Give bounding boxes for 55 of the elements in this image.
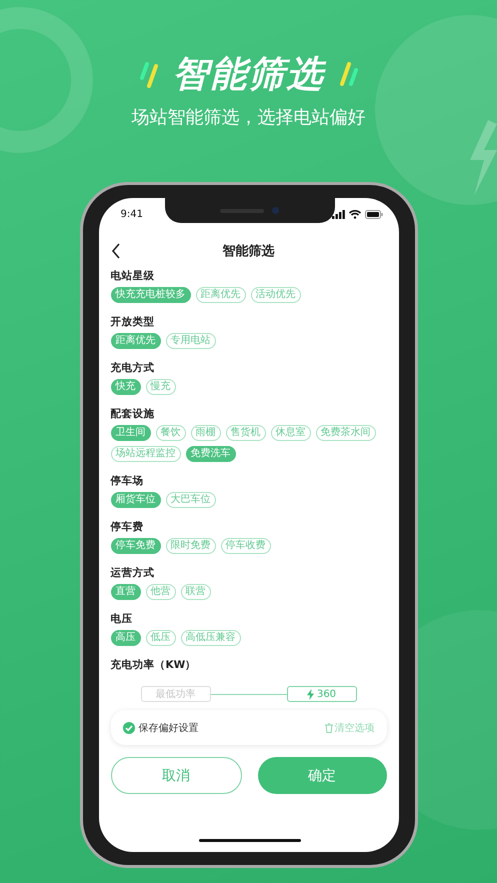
save-preference-label: 保存偏好设置 <box>138 722 198 734</box>
back-icon[interactable] <box>110 243 120 259</box>
stripe-icon <box>338 62 358 88</box>
stripe-icon <box>138 62 158 88</box>
filter-chip[interactable]: 场站远程监控 <box>110 446 180 462</box>
max-power-value: 360 <box>316 688 336 700</box>
section-title: 充电功率（KW） <box>110 658 198 672</box>
filter-chip[interactable]: 距离优先 <box>110 333 160 349</box>
filter-chip[interactable]: 休息室 <box>270 425 310 441</box>
filter-chip[interactable]: 联营 <box>180 584 210 600</box>
filter-chip[interactable]: 雨棚 <box>190 425 220 441</box>
filter-chip[interactable]: 低压 <box>146 630 176 646</box>
confirm-button[interactable]: 确定 <box>258 757 386 794</box>
section-title: 电压 <box>110 612 134 626</box>
filter-chip[interactable]: 大巴车位 <box>166 492 216 508</box>
page-title: 智能筛选 <box>222 243 274 260</box>
lightning-icon <box>306 688 314 700</box>
cancel-button[interactable]: 取消 <box>110 757 242 794</box>
filter-chip[interactable]: 餐饮 <box>156 425 186 441</box>
filter-chip[interactable]: 卫生间 <box>110 425 150 441</box>
filter-chip[interactable]: 免费茶水间 <box>316 425 376 441</box>
filter-chip[interactable]: 停车收费 <box>220 538 270 554</box>
status-time: 9:41 <box>120 208 143 220</box>
section-title: 充电方式 <box>110 361 156 375</box>
clear-options-link[interactable]: 清空选项 <box>324 720 374 734</box>
filter-chip[interactable]: 高压 <box>110 630 140 646</box>
trash-icon <box>324 722 332 732</box>
headline: 智能筛选 <box>172 53 324 97</box>
filter-chip[interactable]: 慢充 <box>146 379 176 395</box>
filter-chip[interactable]: 活动优先 <box>250 287 300 303</box>
section-title: 停车费 <box>110 520 144 534</box>
filter-chip[interactable]: 售货机 <box>226 425 266 441</box>
filter-chip[interactable]: 距离优先 <box>196 287 246 303</box>
filter-chip[interactable]: 快充充电桩较多 <box>110 287 190 303</box>
min-power-field[interactable]: 最低功率 <box>140 686 210 702</box>
filter-chip[interactable]: 专用电站 <box>166 333 216 349</box>
filter-chip[interactable]: 限时免费 <box>166 538 216 554</box>
section-title: 开放类型 <box>110 315 156 329</box>
filter-chip[interactable]: 快充 <box>110 379 140 395</box>
section-title: 配套设施 <box>110 407 156 421</box>
section-title: 停车场 <box>110 474 144 488</box>
wifi-icon <box>348 210 360 218</box>
subtitle: 场站智能筛选，选择电站偏好 <box>132 106 366 130</box>
filter-chip[interactable]: 厢货车位 <box>110 492 160 508</box>
checkbox[interactable] <box>122 722 134 734</box>
filter-chip[interactable]: 免费洗车 <box>186 446 236 462</box>
filter-chip[interactable]: 停车免费 <box>110 538 160 554</box>
max-power-field[interactable]: 360 <box>286 686 356 702</box>
signal-icon <box>332 210 344 218</box>
section-title: 电站星级 <box>110 269 156 283</box>
filter-chip[interactable]: 直营 <box>110 584 140 600</box>
section-title: 运营方式 <box>110 566 156 580</box>
battery-icon <box>364 210 382 218</box>
filter-chip[interactable]: 他营 <box>146 584 176 600</box>
filter-chip[interactable]: 高低压兼容 <box>180 630 240 646</box>
